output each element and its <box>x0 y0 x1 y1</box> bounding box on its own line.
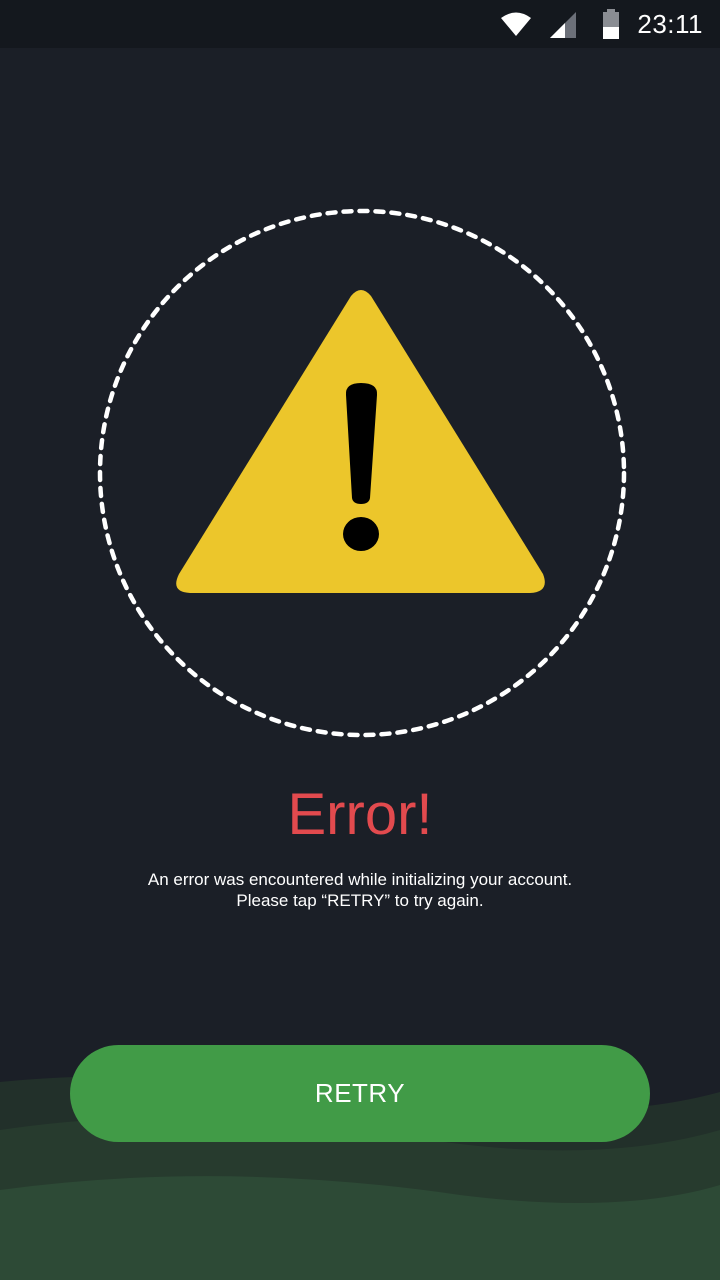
wifi-icon <box>501 12 531 36</box>
error-message-line-1: An error was encountered while initializ… <box>147 870 573 889</box>
warning-illustration <box>0 200 720 745</box>
status-time: 23:11 <box>637 9 703 39</box>
battery-icon <box>603 9 619 39</box>
signal-icon <box>550 12 576 38</box>
error-message-line-2: Please tap “RETRY” to try again. <box>236 891 484 910</box>
retry-button[interactable]: RETRY <box>70 1045 650 1142</box>
status-bar: 23:11 <box>0 0 720 48</box>
error-message: An error was encountered while initializ… <box>60 869 660 911</box>
error-title: Error! <box>287 782 433 847</box>
warning-icon <box>176 290 545 593</box>
error-screen: 23:11 Error! An error was encountered wh… <box>0 0 720 1280</box>
